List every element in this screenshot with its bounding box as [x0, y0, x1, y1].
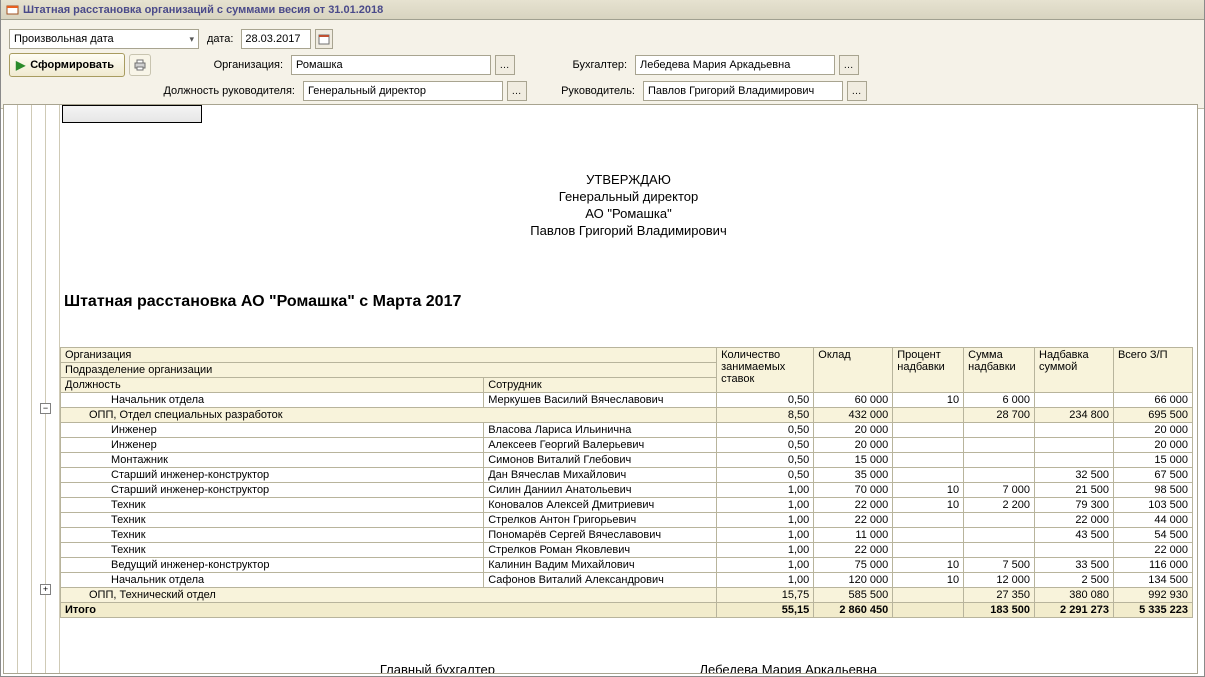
- org-label: Организация:: [209, 59, 287, 71]
- accountant-input[interactable]: Лебедева Мария Аркадьевна: [635, 55, 835, 75]
- head-input[interactable]: Павлов Григорий Владимирович: [643, 81, 843, 101]
- toolbar: Произвольная дата ▾ дата: 28.03.2017 ▶ С…: [1, 20, 1204, 109]
- table-row[interactable]: ОПП, Технический отдел15,75585 50027 350…: [61, 588, 1193, 603]
- table-row[interactable]: Старший инженер-конструкторСилин Даниил …: [61, 483, 1193, 498]
- chevron-down-icon: ▾: [189, 34, 194, 45]
- pos-input[interactable]: Генеральный директор: [303, 81, 503, 101]
- totals-row: Итого 55,15 2 860 450 183 500 2 291 273 …: [61, 603, 1193, 618]
- signature-line: Главный бухгалтер Лебедева Мария Аркадье…: [60, 662, 1197, 674]
- table-row[interactable]: Ведущий инженер-конструкторКалинин Вадим…: [61, 558, 1193, 573]
- tree-collapse-button[interactable]: −: [40, 403, 51, 414]
- calendar-icon: [318, 33, 330, 45]
- print-button[interactable]: [129, 54, 151, 76]
- report-area[interactable]: − + УТВЕРЖДАЮ Генеральный директор АО "Р…: [3, 104, 1198, 674]
- signature-underline: [499, 663, 689, 674]
- report-document: УТВЕРЖДАЮ Генеральный директор АО "Ромаш…: [60, 105, 1197, 674]
- printer-icon: [133, 58, 147, 72]
- table-row[interactable]: ТехникКоновалов Алексей Дмитриевич1,0022…: [61, 498, 1193, 513]
- table-row[interactable]: ИнженерВласова Лариса Ильинична0,5020 00…: [61, 423, 1193, 438]
- pos-select-button[interactable]: …: [507, 81, 527, 101]
- accountant-select-button[interactable]: …: [839, 55, 859, 75]
- report-table: Организация Количество занимаемых ставок…: [60, 347, 1193, 618]
- pos-label: Должность руководителя:: [147, 85, 299, 97]
- col-bonus: Надбавка суммой: [1035, 348, 1114, 393]
- col-rates: Количество занимаемых ставок: [717, 348, 814, 393]
- table-row[interactable]: Старший инженер-конструкторДан Вячеслав …: [61, 468, 1193, 483]
- table-row[interactable]: ТехникПономарёв Сергей Вячеславович1,001…: [61, 528, 1193, 543]
- date-label: дата:: [203, 33, 237, 45]
- org-select-button[interactable]: …: [495, 55, 515, 75]
- col-dept: Подразделение организации: [61, 363, 717, 378]
- col-salary: Оклад: [814, 348, 893, 393]
- head-select-button[interactable]: …: [847, 81, 867, 101]
- date-input[interactable]: 28.03.2017: [241, 29, 311, 49]
- col-pct: Процент надбавки: [893, 348, 964, 393]
- table-row[interactable]: ТехникСтрелков Антон Григорьевич1,0022 0…: [61, 513, 1193, 528]
- outline-gutter: − +: [4, 105, 60, 673]
- app-icon: [5, 3, 19, 17]
- play-icon: ▶: [16, 58, 25, 72]
- title-bar: Штатная расстановка организаций с суммам…: [1, 0, 1204, 20]
- table-row[interactable]: МонтажникСимонов Виталий Глебович0,5015 …: [61, 453, 1193, 468]
- header-row-org: Организация Количество занимаемых ставок…: [61, 348, 1193, 363]
- table-row[interactable]: ОПП, Отдел специальных разработок8,50432…: [61, 408, 1193, 423]
- accountant-label: Бухгалтер:: [549, 59, 631, 71]
- totals-label: Итого: [61, 603, 717, 618]
- window-title: Штатная расстановка организаций с суммам…: [23, 4, 383, 16]
- approval-block: УТВЕРЖДАЮ Генеральный директор АО "Ромаш…: [60, 171, 1197, 239]
- col-emp: Сотрудник: [484, 378, 717, 393]
- app-window: Штатная расстановка организаций с суммам…: [0, 0, 1205, 677]
- col-org: Организация: [61, 348, 717, 363]
- table-row[interactable]: ТехникСтрелков Роман Яковлевич1,0022 000…: [61, 543, 1193, 558]
- report-title: Штатная расстановка АО "Ромашка" с Марта…: [64, 293, 1197, 311]
- table-row[interactable]: Начальник отделаСафонов Виталий Александ…: [61, 573, 1193, 588]
- head-label: Руководитель:: [531, 85, 639, 97]
- org-input[interactable]: Ромашка: [291, 55, 491, 75]
- tree-expand-button[interactable]: +: [40, 584, 51, 595]
- table-row[interactable]: Начальник отделаМеркушев Василий Вячесла…: [61, 393, 1193, 408]
- date-mode-select[interactable]: Произвольная дата ▾: [9, 29, 199, 49]
- selection-marker[interactable]: [62, 105, 202, 123]
- col-pos: Должность: [61, 378, 484, 393]
- calendar-button[interactable]: [315, 29, 333, 49]
- col-sum: Сумма надбавки: [964, 348, 1035, 393]
- col-total: Всего З/П: [1113, 348, 1192, 393]
- generate-button[interactable]: ▶ Сформировать: [9, 53, 125, 77]
- table-row[interactable]: ИнженерАлексеев Георгий Валерьевич0,5020…: [61, 438, 1193, 453]
